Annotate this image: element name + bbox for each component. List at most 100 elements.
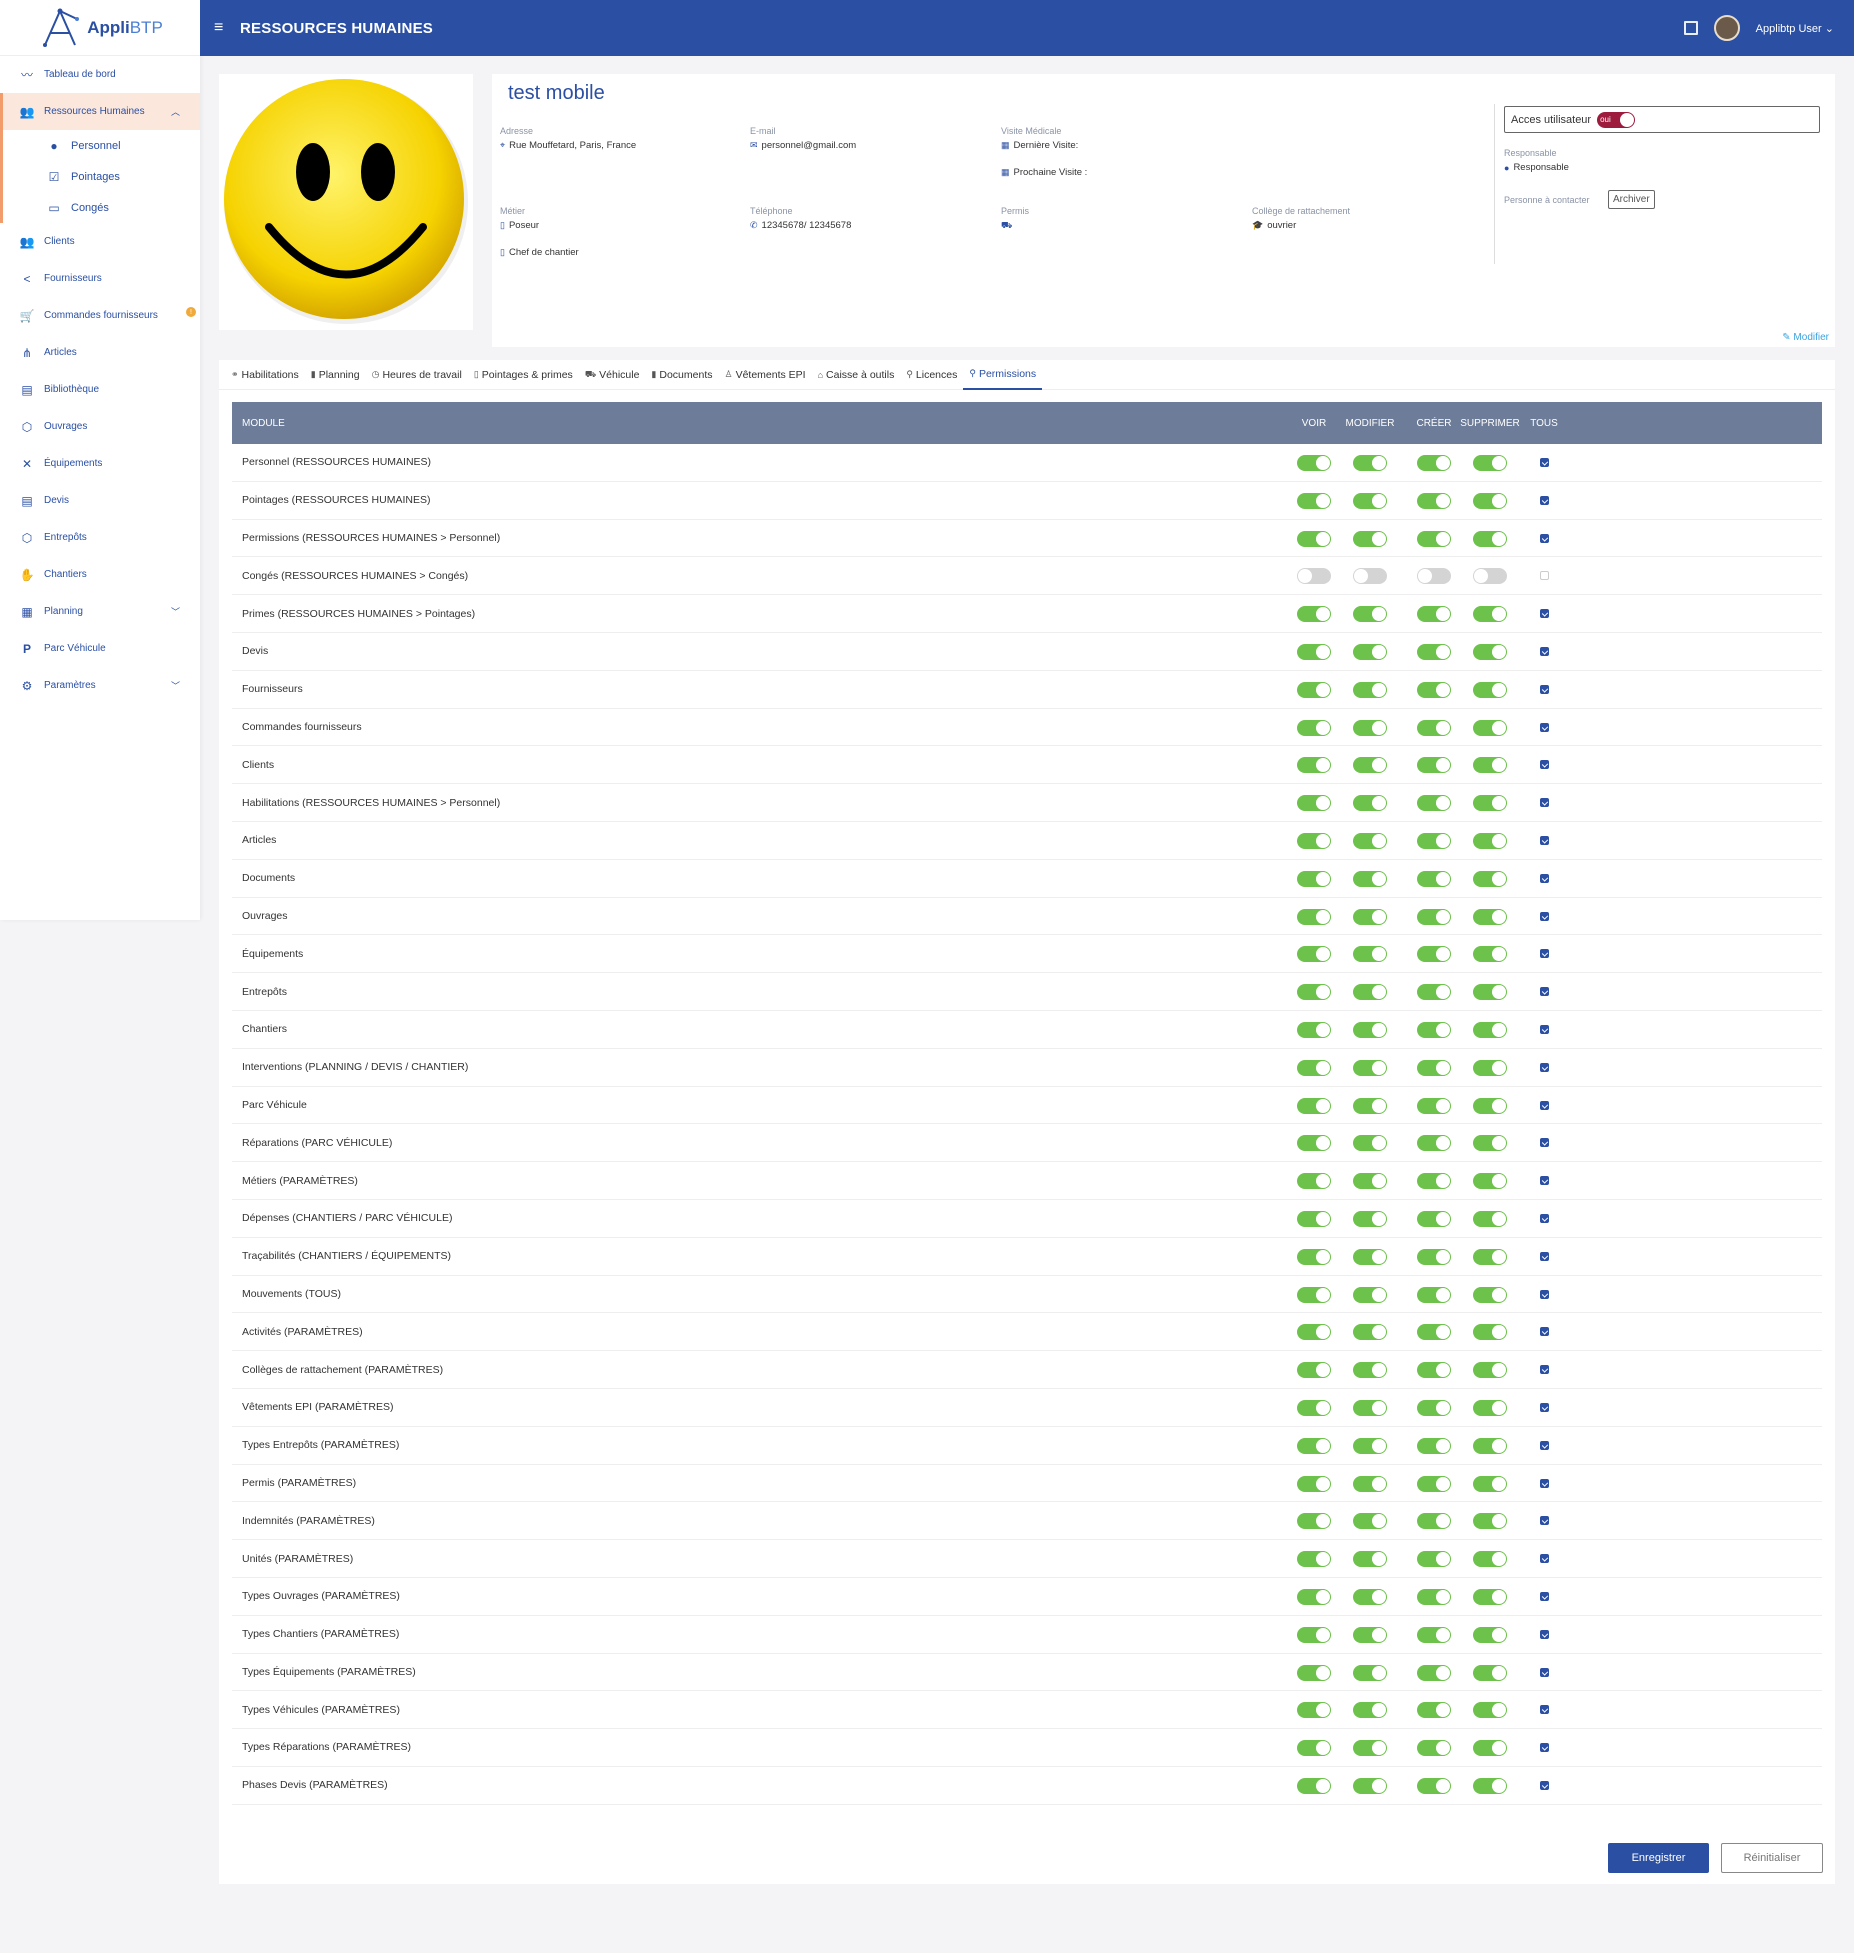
creer-toggle[interactable]	[1417, 606, 1451, 623]
supprimer-toggle[interactable]	[1473, 870, 1507, 887]
creer-toggle[interactable]	[1417, 984, 1451, 1001]
modifier-toggle[interactable]	[1353, 1702, 1387, 1719]
tous-checkbox[interactable]	[1539, 1251, 1549, 1261]
supprimer-toggle[interactable]	[1473, 455, 1507, 471]
modifier-toggle[interactable]	[1353, 757, 1387, 774]
supprimer-toggle[interactable]	[1473, 681, 1507, 698]
tous-checkbox[interactable]	[1539, 987, 1549, 997]
tab-documents[interactable]: ▮ Documents	[645, 360, 718, 390]
sidebar-item-parametres[interactable]: ⚙ Paramètres ﹀	[0, 667, 200, 704]
modifier-toggle[interactable]	[1353, 870, 1387, 887]
modifier-toggle[interactable]	[1353, 1626, 1387, 1643]
voir-toggle[interactable]	[1297, 832, 1331, 849]
creer-toggle[interactable]	[1417, 1135, 1451, 1152]
voir-toggle[interactable]	[1297, 908, 1331, 925]
creer-toggle[interactable]	[1417, 1588, 1451, 1605]
supprimer-toggle[interactable]	[1473, 1097, 1507, 1114]
modifier-toggle[interactable]	[1353, 1475, 1387, 1492]
supprimer-toggle[interactable]	[1473, 984, 1507, 1001]
voir-toggle[interactable]	[1297, 795, 1331, 812]
creer-toggle[interactable]	[1417, 1513, 1451, 1530]
creer-toggle[interactable]	[1417, 1248, 1451, 1265]
archive-button[interactable]: Archiver	[1608, 190, 1655, 209]
supprimer-toggle[interactable]	[1473, 908, 1507, 925]
modifier-toggle[interactable]	[1353, 795, 1387, 812]
creer-toggle[interactable]	[1417, 908, 1451, 925]
supprimer-toggle[interactable]	[1473, 1664, 1507, 1681]
sidebar-item-tableau-de-bord[interactable]: 〰 Tableau de bord	[0, 56, 200, 93]
modifier-toggle[interactable]	[1353, 1551, 1387, 1568]
fullscreen-icon[interactable]	[1683, 21, 1698, 35]
modifier-toggle[interactable]	[1353, 1588, 1387, 1605]
voir-toggle[interactable]	[1297, 1588, 1331, 1605]
voir-toggle[interactable]	[1297, 1210, 1331, 1227]
voir-toggle[interactable]	[1297, 606, 1331, 623]
tab-pointages-primes[interactable]: ▯ Pointages & primes	[468, 360, 579, 390]
creer-toggle[interactable]	[1417, 1740, 1451, 1757]
tous-checkbox[interactable]	[1539, 1478, 1549, 1488]
tous-checkbox[interactable]	[1539, 1289, 1549, 1299]
supprimer-toggle[interactable]	[1473, 1777, 1507, 1794]
tous-checkbox[interactable]	[1539, 1365, 1549, 1375]
supprimer-toggle[interactable]	[1473, 1362, 1507, 1379]
creer-toggle[interactable]	[1417, 455, 1451, 471]
modifier-toggle[interactable]	[1353, 530, 1387, 547]
voir-toggle[interactable]	[1297, 1437, 1331, 1454]
tab-planning[interactable]: ▮ Planning	[305, 360, 366, 390]
creer-toggle[interactable]	[1417, 946, 1451, 963]
tous-checkbox[interactable]	[1539, 1629, 1549, 1639]
modifier-toggle[interactable]	[1353, 908, 1387, 925]
tab-vehicule[interactable]: ⛟ Véhicule	[579, 360, 646, 390]
modifier-toggle[interactable]	[1353, 1286, 1387, 1303]
creer-toggle[interactable]	[1417, 1173, 1451, 1190]
tous-checkbox[interactable]	[1539, 873, 1549, 883]
tous-checkbox[interactable]	[1539, 495, 1549, 505]
supprimer-toggle[interactable]	[1473, 832, 1507, 849]
modifier-toggle[interactable]	[1353, 1135, 1387, 1152]
menu-icon[interactable]: ≡	[214, 19, 228, 37]
voir-toggle[interactable]	[1297, 455, 1331, 471]
tous-checkbox[interactable]	[1539, 1780, 1549, 1790]
sidebar-item-ouvrages[interactable]: ⬡ Ouvrages	[0, 408, 200, 445]
tous-checkbox[interactable]	[1539, 646, 1549, 656]
sidebar-item-personnel[interactable]: ● Personnel	[3, 130, 200, 161]
supprimer-toggle[interactable]	[1473, 568, 1507, 585]
supprimer-toggle[interactable]	[1473, 1702, 1507, 1719]
modifier-toggle[interactable]	[1353, 455, 1387, 471]
supprimer-toggle[interactable]	[1473, 1210, 1507, 1227]
sidebar-item-articles[interactable]: ⋔ Articles	[0, 334, 200, 371]
modifier-toggle[interactable]	[1353, 946, 1387, 963]
tab-habilitations[interactable]: ⚭ Habilitations	[225, 360, 305, 390]
creer-toggle[interactable]	[1417, 1286, 1451, 1303]
voir-toggle[interactable]	[1297, 1286, 1331, 1303]
modifier-toggle[interactable]	[1353, 1248, 1387, 1265]
voir-toggle[interactable]	[1297, 1021, 1331, 1038]
sidebar-item-ressources-humaines[interactable]: 👥 Ressources Humaines ︿	[0, 93, 200, 130]
edit-link[interactable]: ✎ Modifier	[1782, 332, 1829, 343]
modifier-toggle[interactable]	[1353, 1437, 1387, 1454]
creer-toggle[interactable]	[1417, 1437, 1451, 1454]
modifier-toggle[interactable]	[1353, 1664, 1387, 1681]
tous-checkbox[interactable]	[1539, 1743, 1549, 1753]
modifier-toggle[interactable]	[1353, 832, 1387, 849]
creer-toggle[interactable]	[1417, 1059, 1451, 1076]
creer-toggle[interactable]	[1417, 1210, 1451, 1227]
creer-toggle[interactable]	[1417, 492, 1451, 509]
tous-checkbox[interactable]	[1539, 760, 1549, 770]
voir-toggle[interactable]	[1297, 1740, 1331, 1757]
creer-toggle[interactable]	[1417, 681, 1451, 698]
supprimer-toggle[interactable]	[1473, 1286, 1507, 1303]
voir-toggle[interactable]	[1297, 870, 1331, 887]
voir-toggle[interactable]	[1297, 1551, 1331, 1568]
modifier-toggle[interactable]	[1353, 1740, 1387, 1757]
modifier-toggle[interactable]	[1353, 1324, 1387, 1341]
modifier-toggle[interactable]	[1353, 1513, 1387, 1530]
tous-checkbox[interactable]	[1539, 1591, 1549, 1601]
voir-toggle[interactable]	[1297, 1702, 1331, 1719]
tous-checkbox[interactable]	[1539, 1213, 1549, 1223]
voir-toggle[interactable]	[1297, 946, 1331, 963]
save-button[interactable]: Enregistrer	[1608, 1843, 1709, 1873]
creer-toggle[interactable]	[1417, 643, 1451, 660]
supprimer-toggle[interactable]	[1473, 492, 1507, 509]
creer-toggle[interactable]	[1417, 832, 1451, 849]
